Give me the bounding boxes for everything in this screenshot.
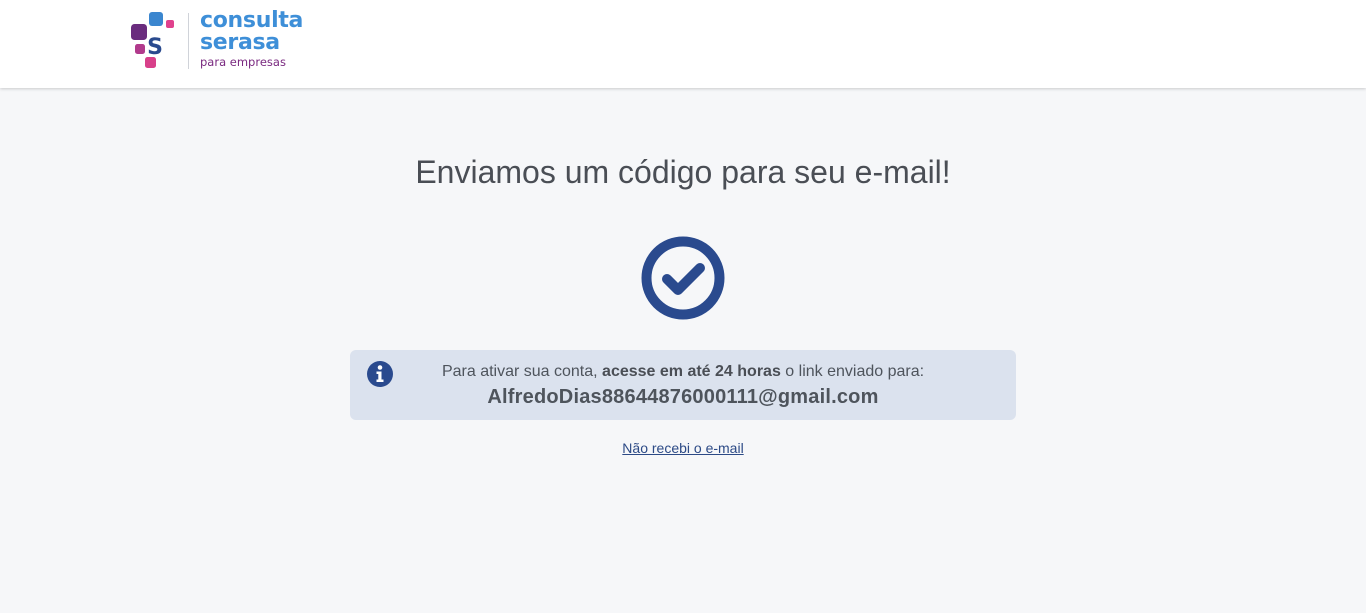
logo-mark-letter: S — [147, 35, 163, 60]
info-text-before: Para ativar sua conta, — [441, 363, 603, 380]
recipient-email: AlfredoDias88644876000111@gmail.com — [487, 386, 879, 408]
resend-email-link[interactable]: Não recebi o e-mail — [622, 440, 743, 456]
resend-link-container: Não recebi o e-mail — [0, 439, 1366, 457]
check-circle-icon — [641, 236, 725, 320]
logo-text: consulta serasa para empresas — [200, 8, 304, 70]
main-content: Enviamos um código para seu e-mail! Para… — [0, 88, 1366, 613]
consulta-serasa-logo[interactable]: S consulta serasa para empresas — [130, 10, 310, 72]
info-message: Para ativar sua conta, acesse em até 24 … — [350, 362, 1016, 382]
info-text-after: o link enviado para: — [780, 363, 925, 380]
logo-divider — [188, 13, 189, 69]
info-text-bold: acesse em até 24 horas — [602, 363, 781, 380]
page-title: Enviamos um código para seu e-mail! — [415, 154, 951, 190]
info-alert: Para ativar sua conta, acesse em até 24 … — [350, 350, 1016, 420]
serasa-logo-mark-icon: S — [131, 12, 174, 68]
top-header: S consulta serasa para empresas — [0, 0, 1366, 88]
logo-word-consulta: consulta — [200, 8, 304, 33]
logo-word-serasa: serasa — [200, 30, 280, 55]
logo-word-para-empresas: para empresas — [200, 55, 286, 69]
